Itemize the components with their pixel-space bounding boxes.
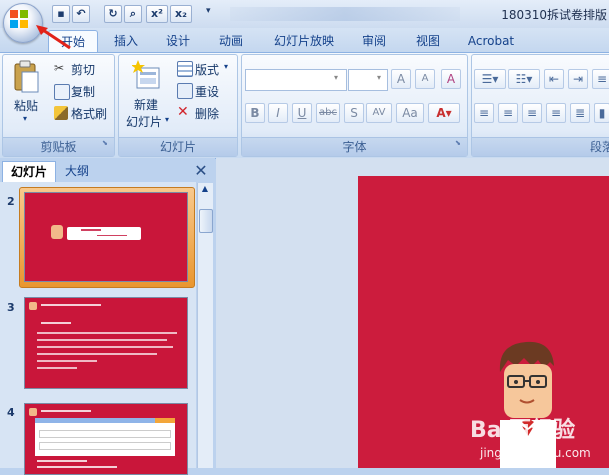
font-color-button[interactable]: A▾ bbox=[428, 103, 460, 123]
shrink-font-button[interactable]: A bbox=[415, 69, 435, 89]
watermark-url: jingyan.baidu.com bbox=[480, 446, 591, 460]
shadow-button[interactable]: S bbox=[344, 103, 364, 123]
font-launcher-icon[interactable]: ⬊ bbox=[455, 139, 461, 147]
red-arrow-annotation bbox=[36, 25, 71, 50]
tab-insert[interactable]: 插入 bbox=[108, 30, 144, 52]
increase-indent-button[interactable]: ⇥ bbox=[568, 69, 588, 89]
format-painter-icon bbox=[54, 106, 68, 120]
slide-thumbnail-2[interactable] bbox=[24, 192, 188, 282]
tab-acrobat[interactable]: Acrobat bbox=[462, 30, 520, 52]
slide-number-2: 2 bbox=[7, 195, 15, 208]
decrease-indent-button[interactable]: ⇤ bbox=[544, 69, 564, 89]
refresh-icon[interactable]: ↻ bbox=[104, 5, 122, 23]
clipboard-launcher-icon[interactable]: ⬊ bbox=[102, 139, 108, 147]
copy-icon bbox=[54, 84, 70, 100]
scroll-thumb[interactable] bbox=[199, 209, 213, 233]
columns-button[interactable]: ▮ bbox=[594, 103, 609, 123]
reset-button[interactable]: 重设 bbox=[195, 83, 219, 100]
close-pane-icon[interactable]: ✕ bbox=[192, 162, 210, 180]
justify-button[interactable]: ≡ bbox=[546, 103, 566, 123]
align-center-button[interactable]: ≡ bbox=[498, 103, 518, 123]
font-name-dropdown-icon[interactable]: ▾ bbox=[334, 73, 338, 82]
tab-animations[interactable]: 动画 bbox=[212, 30, 250, 52]
title-box bbox=[67, 227, 141, 240]
slide-thumbnail-4[interactable] bbox=[24, 403, 188, 475]
underline-button[interactable]: U bbox=[292, 103, 312, 123]
tab-design[interactable]: 设计 bbox=[160, 30, 196, 52]
scroll-up-icon[interactable]: ▲ bbox=[199, 184, 211, 196]
slide-number-4: 4 bbox=[7, 406, 15, 419]
window-title: 180310拆试卷排版 bbox=[501, 8, 607, 22]
line-spacing-button[interactable]: ≡ bbox=[592, 69, 609, 89]
watermark-brand: Bai百经验 bbox=[470, 418, 576, 443]
character-icon bbox=[51, 225, 63, 239]
delete-icon: ✕ bbox=[177, 104, 189, 120]
slide-thumbnail-3[interactable] bbox=[24, 297, 188, 389]
char-spacing-button[interactable]: AV bbox=[366, 103, 392, 123]
italic-button[interactable]: I bbox=[268, 103, 288, 123]
office-logo-icon bbox=[10, 10, 28, 28]
slide-number-3: 3 bbox=[7, 301, 15, 314]
tab-slides[interactable]: 幻灯片 bbox=[2, 161, 56, 182]
layout-button[interactable]: 版式 bbox=[195, 61, 219, 78]
align-right-button[interactable]: ≡ bbox=[522, 103, 542, 123]
distributed-button[interactable]: ≣ bbox=[570, 103, 590, 123]
clear-format-button[interactable]: A bbox=[441, 69, 461, 89]
print-preview-icon[interactable]: ⌕ bbox=[124, 5, 142, 23]
save-icon[interactable]: ▪ bbox=[52, 5, 70, 23]
scissors-icon: ✂ bbox=[54, 61, 65, 75]
blurred-region bbox=[230, 7, 460, 21]
numbering-button[interactable]: ☷▾ bbox=[508, 69, 540, 89]
copy-button[interactable]: 复制 bbox=[71, 83, 95, 100]
font-group-label: 字体 bbox=[242, 137, 467, 156]
paste-button-label[interactable]: 粘贴 bbox=[14, 97, 38, 114]
subscript-button[interactable]: x₂ bbox=[170, 5, 192, 23]
cut-button[interactable]: 剪切 bbox=[71, 61, 95, 78]
bullets-button[interactable]: ☰▾ bbox=[474, 69, 506, 89]
bold-button[interactable]: B bbox=[245, 103, 265, 123]
tab-review[interactable]: 审阅 bbox=[356, 30, 392, 52]
paste-icon[interactable] bbox=[12, 60, 40, 94]
align-left-button[interactable]: ≡ bbox=[474, 103, 494, 123]
font-size-dropdown-icon[interactable]: ▾ bbox=[377, 73, 381, 82]
format-painter-button[interactable]: 格式刷 bbox=[71, 105, 107, 122]
delete-button[interactable]: 删除 bbox=[195, 105, 219, 122]
font-size-select[interactable] bbox=[348, 69, 388, 91]
paragraph-group-label: 段落 bbox=[472, 137, 609, 156]
paste-dropdown-icon[interactable]: ▾ bbox=[23, 114, 27, 123]
undo-icon[interactable]: ↶ bbox=[72, 5, 90, 23]
strikethrough-button[interactable]: abc bbox=[316, 103, 340, 123]
tab-slideshow[interactable]: 幻灯片放映 bbox=[268, 30, 340, 52]
new-slide-icon[interactable] bbox=[132, 60, 162, 92]
tab-view[interactable]: 视图 bbox=[410, 30, 446, 52]
new-slide-dropdown-icon[interactable]: ▾ bbox=[165, 115, 169, 124]
slides-group-label: 幻灯片 bbox=[119, 137, 237, 156]
thumbnail-scrollbar[interactable]: ▲ bbox=[197, 183, 213, 468]
customize-qat-icon[interactable]: ▾ bbox=[206, 6, 211, 16]
layout-icon bbox=[177, 61, 193, 77]
change-case-button[interactable]: Aa bbox=[396, 103, 424, 123]
grow-font-button[interactable]: A bbox=[391, 69, 411, 89]
layout-dropdown-icon[interactable]: ▾ bbox=[224, 62, 228, 71]
font-name-select[interactable] bbox=[245, 69, 347, 91]
clipboard-group-label: 剪贴板 bbox=[3, 137, 114, 156]
reset-icon bbox=[177, 83, 193, 99]
new-slide-label-1[interactable]: 新建 bbox=[134, 96, 158, 113]
tab-outline[interactable]: 大纲 bbox=[56, 161, 98, 181]
new-slide-label-2[interactable]: 幻灯片 bbox=[126, 113, 162, 130]
superscript-button[interactable]: x² bbox=[146, 5, 168, 23]
